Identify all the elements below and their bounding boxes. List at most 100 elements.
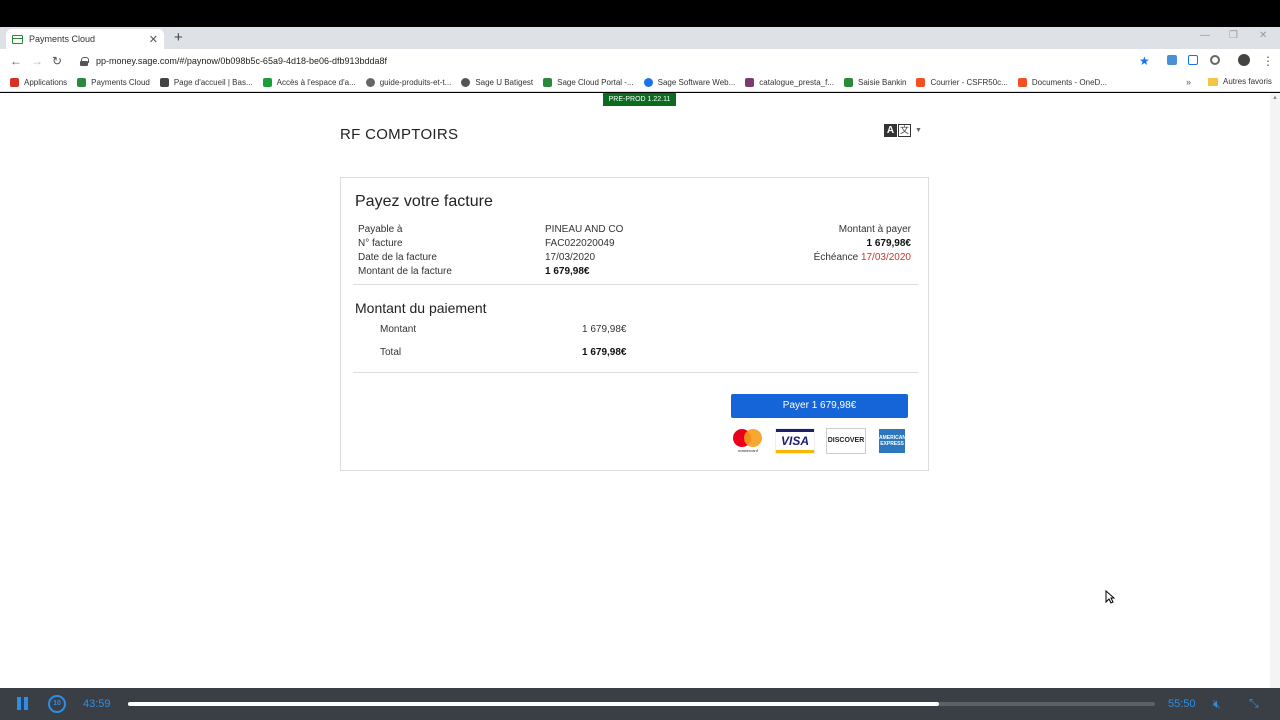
divider bbox=[353, 284, 918, 285]
bookmark-item[interactable]: Applications bbox=[10, 77, 67, 87]
extension-chat-icon[interactable] bbox=[1167, 55, 1177, 65]
close-window-icon[interactable]: ✕ bbox=[1259, 30, 1267, 41]
url-text: pp-money.sage.com/#/paynow/0b098b5c-65a9… bbox=[96, 56, 388, 66]
browser-tabstrip: Payments Cloud ✕ bbox=[0, 27, 1280, 49]
reload-icon[interactable]: ↻ bbox=[52, 54, 62, 68]
bookmark-item[interactable]: Documents - OneD... bbox=[1017, 77, 1107, 87]
invoice-amount-label: Montant de la facture bbox=[358, 266, 452, 277]
profile-avatar-icon[interactable] bbox=[1238, 54, 1250, 66]
tab-title: Payments Cloud bbox=[29, 34, 96, 44]
close-tab-icon[interactable]: ✕ bbox=[149, 33, 158, 46]
mastercard-logo-text: mastercard bbox=[737, 448, 758, 453]
apps-grid-icon bbox=[10, 77, 19, 87]
other-bookmarks-button[interactable]: Autres favoris bbox=[1208, 77, 1272, 86]
lock-icon bbox=[80, 56, 89, 66]
bookmark-star-icon[interactable]: ★ bbox=[1139, 54, 1150, 68]
payment-section-title: Montant du paiement bbox=[355, 300, 487, 316]
exit-fullscreen-icon[interactable]: ⤡ bbox=[1249, 696, 1259, 711]
new-tab-button[interactable]: + bbox=[174, 29, 183, 46]
amount-label: Montant bbox=[380, 324, 417, 335]
env-badge: PRE-PROD 1.22.11 bbox=[603, 93, 676, 106]
bookmark-label: catalogue_presta_f... bbox=[759, 77, 834, 87]
payable-value: PINEAU AND CO bbox=[545, 224, 624, 235]
bookmark-item[interactable]: Accès à l'espace d'a... bbox=[262, 77, 356, 87]
sage-web-icon bbox=[643, 77, 653, 87]
bookmark-label: Sage U Batigest bbox=[475, 77, 534, 87]
microsoft-icon bbox=[916, 77, 926, 87]
total-label: Total bbox=[380, 347, 402, 358]
elapsed-time: 43:59 bbox=[83, 698, 111, 710]
merchant-name: RF COMPTOIRS bbox=[340, 126, 459, 143]
mastercard-logo-icon: mastercard bbox=[731, 428, 765, 454]
microsoft-icon bbox=[1017, 77, 1027, 87]
invoice-amount-value: 1 679,98€ bbox=[545, 266, 590, 277]
browser-tab[interactable]: Payments Cloud ✕ bbox=[6, 29, 164, 49]
invoice-card: Payez votre facture Payable à PINEAU AND… bbox=[340, 177, 929, 471]
mute-icon[interactable]: 🔇︎ bbox=[1213, 697, 1221, 712]
address-bar[interactable]: pp-money.sage.com/#/paynow/0b098b5c-65a9… bbox=[74, 52, 1164, 70]
seek-bar-progress bbox=[128, 702, 940, 706]
rewind-10-icon[interactable]: 10 bbox=[48, 695, 66, 713]
bookmark-item[interactable]: Page d'accueil | Bas... bbox=[159, 77, 253, 87]
deadline: Échéance 17/03/2020 bbox=[814, 252, 911, 263]
bookmark-label: Payments Cloud bbox=[91, 77, 150, 87]
amount-value: 1 679,98€ bbox=[582, 324, 627, 335]
deadline-value: 17/03/2020 bbox=[860, 252, 911, 263]
scroll-up-icon[interactable]: ▲ bbox=[1272, 95, 1278, 101]
bookmarks-more-button[interactable]: » bbox=[1186, 77, 1191, 87]
due-amount-label: Montant à payer bbox=[838, 224, 911, 235]
due-amount-value: 1 679,98€ bbox=[866, 238, 912, 249]
payments-favicon-icon bbox=[12, 34, 23, 44]
menu-kebab-icon[interactable]: ⋮ bbox=[1262, 54, 1274, 68]
bookmark-item[interactable]: Payments Cloud bbox=[77, 77, 150, 87]
bookmark-label: Sage Software Web... bbox=[657, 77, 736, 87]
bookmark-label: Saisie Bankin bbox=[858, 77, 907, 87]
browser-toolbar: ← → ↻ pp-money.sage.com/#/paynow/0b098b5… bbox=[0, 49, 1280, 73]
translate-icon: A bbox=[884, 124, 897, 137]
bookmark-label: Courrier - CSFR50c... bbox=[930, 77, 1008, 87]
bankin-icon bbox=[844, 77, 853, 87]
pause-icon[interactable] bbox=[17, 697, 29, 710]
restore-icon[interactable]: ❐ bbox=[1229, 30, 1238, 41]
bookmark-item[interactable]: Saisie Bankin bbox=[844, 77, 907, 87]
seek-bar[interactable] bbox=[128, 702, 1155, 706]
extension-grid-icon[interactable] bbox=[1188, 55, 1198, 65]
visa-logo-text: VISA bbox=[780, 434, 809, 448]
bookmark-item[interactable]: Sage U Batigest bbox=[461, 77, 534, 87]
bookmark-item[interactable]: Sage Cloud Portal -... bbox=[543, 77, 634, 87]
duration-time: 55:50 bbox=[1168, 698, 1196, 710]
discover-logo-icon: DISCOVER bbox=[826, 428, 866, 454]
scrollbar[interactable]: ▲ bbox=[1270, 93, 1280, 688]
total-value: 1 679,98€ bbox=[582, 347, 627, 358]
bookmark-label: Sage Cloud Portal -... bbox=[557, 77, 634, 87]
bookmarks-bar: Applications Payments Cloud Page d'accue… bbox=[0, 73, 1280, 92]
folder-icon bbox=[1208, 77, 1218, 86]
bookmark-item[interactable]: catalogue_presta_f... bbox=[745, 77, 834, 87]
invoice-date-label: Date de la facture bbox=[358, 252, 437, 263]
divider bbox=[353, 372, 918, 373]
bookmark-label: Accès à l'espace d'a... bbox=[276, 77, 356, 87]
invoice-date-value: 17/03/2020 bbox=[545, 252, 596, 263]
forward-arrow-icon[interactable]: → bbox=[31, 54, 43, 68]
video-top-letterbox bbox=[0, 0, 1280, 27]
amex-logo-icon: AMERICAN EXPRESS bbox=[879, 429, 906, 453]
bookmark-item[interactable]: Courrier - CSFR50c... bbox=[916, 77, 1008, 87]
payable-label: Payable à bbox=[358, 224, 403, 235]
screen: Payments Cloud ✕ + — ❐ ✕ ← → ↻ pp-money.… bbox=[0, 0, 1280, 720]
extension-circle-icon[interactable] bbox=[1210, 55, 1220, 65]
bookmark-label: Page d'accueil | Bas... bbox=[173, 77, 253, 87]
bookmark-label: guide-produits-et-t... bbox=[379, 77, 452, 87]
card-logos: mastercard VISA DISCOVER AMERICAN EXPRES… bbox=[731, 428, 909, 454]
video-player-controls: 10 43:59 55:50 🔇︎ ⤡ bbox=[0, 688, 1280, 720]
page-title: Payez votre facture bbox=[355, 193, 493, 210]
bookmark-item[interactable]: Sage Software Web... bbox=[643, 77, 736, 87]
back-arrow-icon[interactable]: ← bbox=[10, 54, 22, 68]
discover-logo-text: DISCOVER bbox=[827, 437, 865, 444]
language-selector[interactable]: A 文 ▼ bbox=[884, 124, 922, 137]
payments-favicon-icon bbox=[77, 77, 87, 87]
amex-logo-text: AMERICAN EXPRESS bbox=[879, 435, 906, 447]
bookmark-item[interactable]: guide-produits-et-t... bbox=[365, 77, 452, 87]
globe-icon bbox=[365, 77, 375, 87]
pay-button[interactable]: Payer 1 679,98€ bbox=[731, 394, 908, 418]
minimize-icon[interactable]: — bbox=[1200, 30, 1210, 41]
